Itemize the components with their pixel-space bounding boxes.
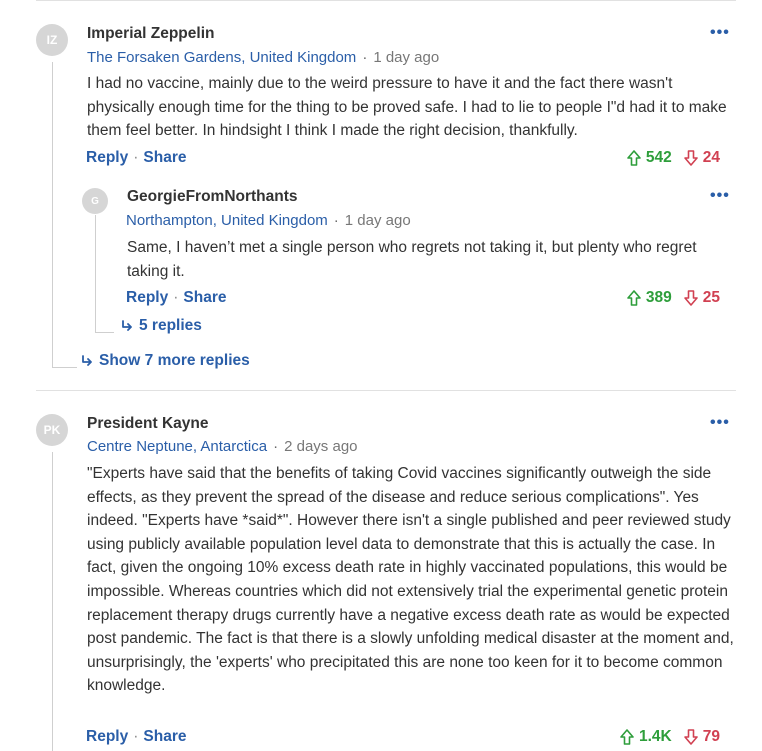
comment-actions: Reply · Share <box>86 728 186 746</box>
downvote-count: 79 <box>702 728 720 745</box>
comment-time: 2 days ago <box>284 438 358 455</box>
arrow-down-icon <box>683 729 698 745</box>
comment-text: I had no vaccine, mainly due to the weir… <box>87 75 727 140</box>
upvote-count: 542 <box>645 149 672 166</box>
upvote-button[interactable]: 1.4K <box>620 728 672 746</box>
comment-actions: Reply · Share <box>86 149 186 167</box>
arrow-down-icon <box>683 290 698 306</box>
comment-meta: Centre Neptune, Antarctica · 2 days ago <box>87 438 358 455</box>
comment-location[interactable]: The Forsaken Gardens, United Kingdom <box>87 49 356 66</box>
downvote-count: 24 <box>702 149 720 166</box>
reply-button[interactable]: Reply <box>126 289 168 306</box>
top-divider <box>36 0 736 1</box>
reply-button[interactable]: Reply <box>86 149 128 166</box>
comment-time: 1 day ago <box>344 212 411 229</box>
arrow-up-icon <box>627 290 641 306</box>
meta-separator: · <box>362 49 368 66</box>
show-more-replies-link[interactable]: Show 7 more replies <box>81 352 250 370</box>
comment-actions: Reply · Share <box>126 289 226 307</box>
action-separator: · <box>133 149 139 166</box>
comment-author[interactable]: President Kayne <box>87 415 208 433</box>
show-more-replies-label: Show 7 more replies <box>99 352 250 369</box>
upvote-button[interactable]: 542 <box>627 149 672 167</box>
share-button[interactable]: Share <box>143 149 186 166</box>
comment-author[interactable]: GeorgieFromNorthants <box>127 188 298 206</box>
vote-controls: 542 24 <box>627 149 720 167</box>
comment-meta: The Forsaken Gardens, United Kingdom · 1 d… <box>87 49 439 66</box>
comment-author[interactable]: Imperial Zeppelin <box>87 25 214 43</box>
meta-separator: · <box>333 212 339 229</box>
reply-arrow-icon <box>122 320 132 331</box>
downvote-button[interactable]: 24 <box>683 149 720 167</box>
arrow-up-icon <box>627 150 641 166</box>
vote-controls: 1.4K 79 <box>620 728 720 746</box>
upvote-count: 1.4K <box>639 728 672 745</box>
share-button[interactable]: Share <box>143 728 186 745</box>
upvote-button[interactable]: 389 <box>627 289 672 307</box>
comment-text: Same, I haven’t met a single person who … <box>127 239 697 280</box>
downvote-button[interactable]: 79 <box>683 728 720 746</box>
thread-line <box>95 215 114 333</box>
arrow-down-icon <box>683 150 698 166</box>
thread-line <box>52 452 53 751</box>
more-options-icon[interactable]: ••• <box>710 414 730 432</box>
view-replies-label: 5 replies <box>139 317 202 334</box>
downvote-count: 25 <box>702 289 720 306</box>
more-options-icon[interactable]: ••• <box>710 24 730 42</box>
avatar[interactable]: PK <box>36 414 68 446</box>
comment-location[interactable]: Northampton, United Kingdom <box>126 212 328 229</box>
share-button[interactable]: Share <box>183 289 226 306</box>
comment-location[interactable]: Centre Neptune, Antarctica <box>87 438 267 455</box>
arrow-up-icon <box>620 729 634 745</box>
comment-divider <box>36 390 736 391</box>
vote-controls: 389 25 <box>627 289 720 307</box>
downvote-button[interactable]: 25 <box>683 289 720 307</box>
meta-separator: · <box>273 438 279 455</box>
action-separator: · <box>133 728 139 745</box>
comment-text: "Experts have said that the benefits of … <box>87 465 734 695</box>
action-separator: · <box>173 289 179 306</box>
comment-meta: Northampton, United Kingdom · 1 day ago <box>126 212 411 229</box>
reply-arrow-icon <box>82 355 92 366</box>
reply-button[interactable]: Reply <box>86 728 128 745</box>
avatar[interactable]: IZ <box>36 24 68 56</box>
comment-time: 1 day ago <box>373 49 440 66</box>
avatar[interactable]: G <box>82 188 108 214</box>
upvote-count: 389 <box>645 289 672 306</box>
thread-line <box>52 62 77 368</box>
view-replies-link[interactable]: 5 replies <box>121 317 202 335</box>
more-options-icon[interactable]: ••• <box>710 187 730 205</box>
